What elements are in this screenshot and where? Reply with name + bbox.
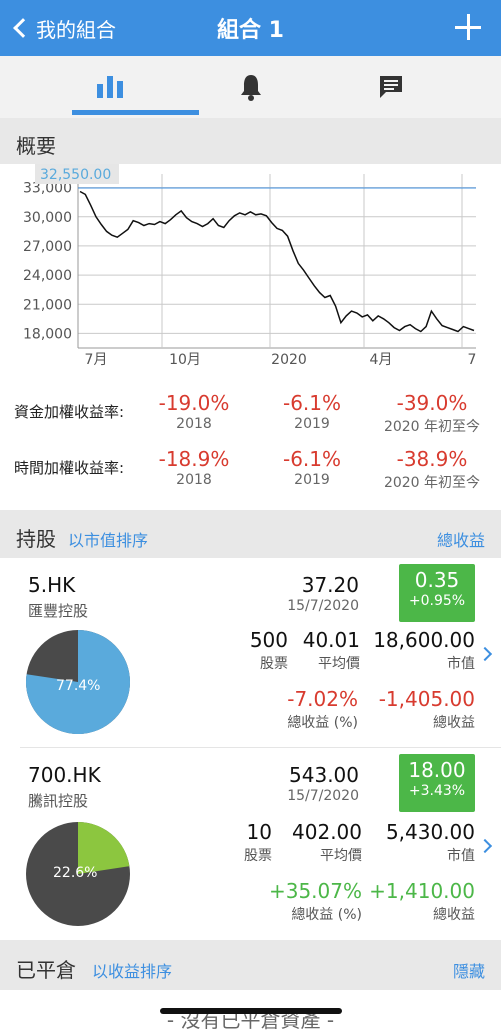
shares-label: 股票: [260, 656, 288, 672]
x-tick-label: 7月: [85, 352, 108, 368]
total-return-label: 總收益: [433, 715, 475, 731]
market-value: 18,600.00: [373, 628, 475, 652]
total-return-label: 總收益: [433, 907, 475, 923]
portfolio-chart: 33,00030,00027,00024,00021,00018,000 7月 1…: [23, 164, 477, 368]
back-button[interactable]: 我的組合: [10, 10, 116, 46]
average-price: 402.00: [292, 820, 362, 844]
shares-count: 10: [246, 820, 272, 844]
pie-percent-label: 77.4%: [56, 678, 100, 694]
holdings-header: 持股 以市值排序 總收益: [0, 510, 501, 558]
holding-price: 37.20: [301, 573, 359, 597]
x-tick-label: 7: [468, 352, 477, 368]
return-value: -38.9%: [396, 447, 468, 471]
x-tick-label: 10月: [169, 352, 201, 368]
chart-grid: [77, 174, 476, 349]
return-row: 時間加權收益率: -18.9% -6.1% -38.9% 2018 2019 2…: [0, 436, 501, 496]
return-label: 時間加權收益率:: [14, 459, 125, 477]
bell-icon: [240, 75, 261, 101]
series-line: [79, 190, 475, 333]
x-tick-label: 2020: [271, 352, 307, 368]
plus-icon[interactable]: [455, 14, 481, 40]
shares-count: 500: [249, 628, 288, 652]
overview-header: 概要: [0, 118, 501, 164]
total-return-percent: +35.07%: [268, 879, 362, 903]
returns-table: 資金加權收益率: -19.0% -6.1% -39.0% 2018 2019 2…: [0, 380, 501, 510]
message-icon: [379, 76, 402, 98]
holding-date: 15/7/2020: [287, 598, 359, 614]
year-label: 2020 年初至今: [383, 475, 481, 491]
y-tick-label: 30,000: [23, 210, 72, 226]
total-return: +1,410.00: [369, 879, 475, 903]
holding-symbol: 5.HK: [28, 573, 76, 597]
return-value: -39.0%: [396, 391, 468, 415]
sort-by-market-value[interactable]: 以市值排序: [68, 527, 148, 551]
bar-chart-icon: [96, 76, 123, 98]
tab-bar: [0, 56, 501, 118]
y-axis-ticks: 33,00030,00027,00024,00021,00018,000: [23, 181, 72, 343]
holding-name: 匯豐控股: [28, 602, 89, 620]
tab-messages[interactable]: [307, 56, 474, 118]
market-value: 5,430.00: [385, 820, 475, 844]
shares-label: 股票: [244, 848, 272, 864]
return-row: 資金加權收益率: -19.0% -6.1% -39.0% 2018 2019 2…: [0, 380, 501, 440]
overview-title: 概要: [16, 134, 56, 158]
average-price-label: 平均價: [318, 656, 360, 672]
total-return-percent: -7.02%: [287, 687, 358, 711]
holding-symbol: 700.HK: [28, 763, 101, 787]
change-value: 0.35: [414, 568, 460, 592]
chevron-left-icon: [13, 18, 33, 38]
change-percent: +3.43%: [408, 783, 466, 799]
market-value-label: 市值: [447, 848, 475, 864]
sort-by-return[interactable]: 以收益排序: [92, 958, 172, 982]
back-label: 我的組合: [36, 17, 116, 42]
change-badge: 0.35 +0.95%: [399, 564, 475, 622]
x-axis-ticks: 7月 10月 2020 4月 7: [85, 352, 477, 368]
y-tick-label: 27,000: [23, 239, 72, 255]
chevron-right-icon[interactable]: [477, 646, 493, 662]
holding-price: 543.00: [289, 763, 359, 787]
year-label: 2020 年初至今: [383, 419, 481, 435]
total-return-percent-label: 總收益 (%): [287, 715, 358, 731]
allocation-pie: 77.4%: [26, 630, 130, 734]
holding-card[interactable]: 700.HK 騰訊控股 543.00 15/7/2020 18.00 +3.43…: [0, 748, 501, 940]
change-value: 18.00: [408, 758, 466, 782]
closed-header: 已平倉 以收益排序 隱藏: [0, 940, 501, 990]
holding-date: 15/7/2020: [287, 788, 359, 804]
average-price: 40.01: [302, 628, 360, 652]
y-tick-label: 18,000: [23, 326, 72, 342]
market-value-label: 市值: [447, 656, 475, 672]
change-percent: +0.95%: [408, 593, 466, 609]
chevron-right-icon[interactable]: [477, 838, 493, 854]
pie-percent-label: 22.6%: [53, 865, 97, 881]
closed-title: 已平倉: [16, 958, 76, 982]
change-badge: 18.00 +3.43%: [399, 754, 475, 812]
allocation-pie: 22.6%: [26, 822, 130, 926]
return-label: 資金加權收益率:: [14, 403, 125, 421]
holding-name: 騰訊控股: [28, 792, 89, 810]
x-tick-label: 4月: [370, 352, 393, 368]
nav-bar: 我的組合 組合 1: [0, 0, 501, 56]
highlight-label: 32,550.00: [40, 167, 111, 183]
hide-button[interactable]: 隱藏: [453, 958, 485, 982]
average-price-label: 平均價: [320, 848, 362, 864]
holdings-title: 持股: [16, 527, 56, 551]
home-indicator: [160, 1008, 342, 1014]
y-tick-label: 24,000: [23, 268, 72, 284]
total-return: -1,405.00: [378, 687, 475, 711]
total-return-percent-label: 總收益 (%): [291, 907, 362, 923]
holding-card[interactable]: 5.HK 匯豐控股 37.20 15/7/2020 0.35 +0.95% 77…: [0, 558, 501, 748]
y-tick-label: 21,000: [23, 297, 72, 313]
total-return-toggle[interactable]: 總收益: [437, 527, 485, 551]
